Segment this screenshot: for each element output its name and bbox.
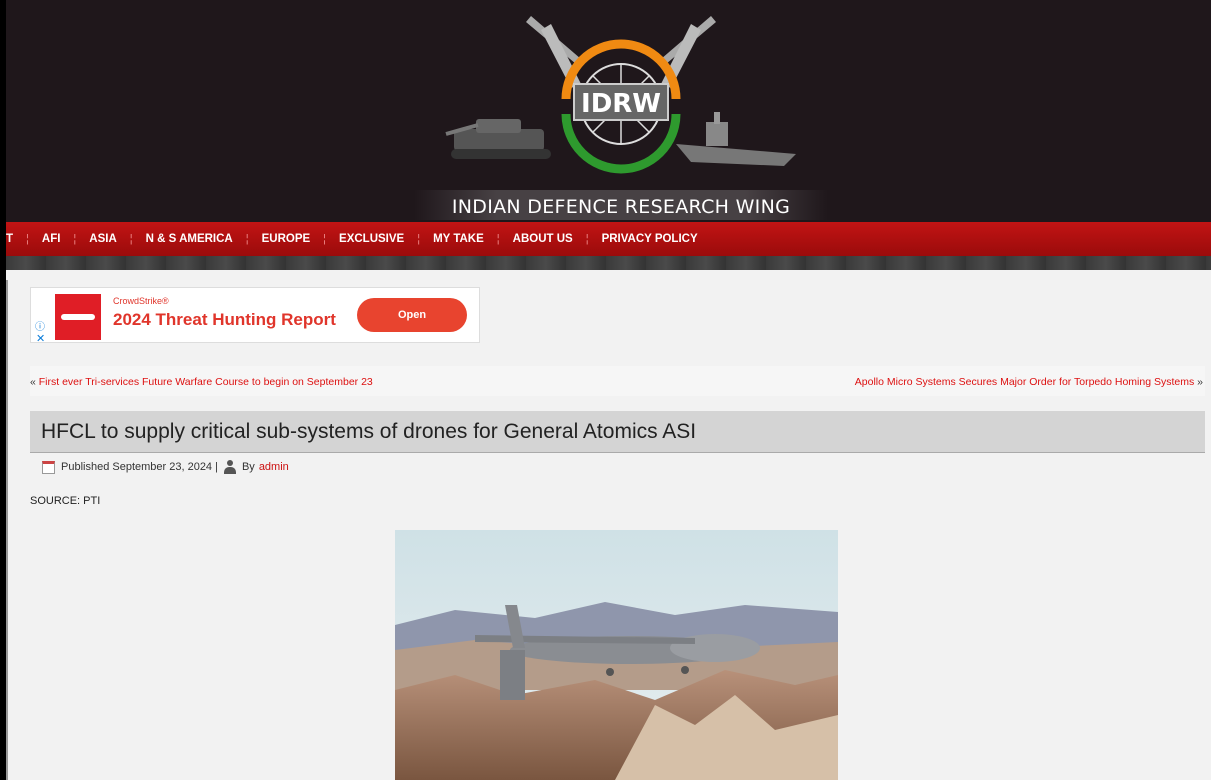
by-label: By	[241, 461, 255, 473]
nav-item-about-us[interactable]: ABOUT US	[500, 233, 586, 245]
calendar-icon	[42, 460, 55, 474]
next-post-link[interactable]: Apollo Micro Systems Secures Major Order…	[855, 376, 1203, 388]
site-header: IDRW INDIAN DEFENCE RESEARCH WING	[6, 0, 1211, 222]
nav-item-privacy-policy[interactable]: PRIVACY POLICY	[589, 233, 711, 245]
article-image[interactable]	[395, 530, 838, 780]
content-border	[6, 280, 8, 780]
nav-item-exclusive[interactable]: EXCLUSIVE	[326, 233, 417, 245]
ad-brand-name: CrowdStrike®	[113, 296, 169, 306]
user-icon	[223, 460, 236, 474]
previous-post-link[interactable]: « First ever Tri-services Future Warfare…	[30, 376, 373, 388]
nav-item-partial[interactable]: T	[6, 233, 26, 245]
window-edge	[0, 0, 6, 780]
nav-item-n-s-america[interactable]: N & S AMERICA	[133, 233, 246, 245]
drone-photo-icon	[395, 530, 838, 780]
ad-banner[interactable]: ⓘ ✕ CrowdStrike® 2024 Threat Hunting Rep…	[30, 287, 480, 345]
ad-close-icon[interactable]: ✕	[36, 332, 45, 345]
site-logo[interactable]: IDRW INDIAN DEFENCE RESEARCH WING	[406, 4, 836, 222]
browser-viewport: IDRW INDIAN DEFENCE RESEARCH WING T ¦ AF…	[0, 0, 1211, 780]
published-date: Published September 23, 2024 |	[61, 461, 218, 473]
next-post-title[interactable]: Apollo Micro Systems Secures Major Order…	[855, 376, 1194, 388]
nav-item-afi[interactable]: AFI	[29, 233, 74, 245]
nav-item-europe[interactable]: EUROPE	[249, 233, 324, 245]
nav-item-my-take[interactable]: MY TAKE	[420, 233, 497, 245]
previous-post-title[interactable]: First ever Tri-services Future Warfare C…	[39, 376, 373, 388]
article-source: SOURCE: PTI	[30, 495, 101, 507]
ad-brand-logo-icon	[55, 294, 101, 340]
main-nav: T ¦ AFI ¦ ASIA ¦ N & S AMERICA ¦ EUROPE …	[6, 222, 1211, 256]
next-arrow: »	[1197, 376, 1203, 388]
author-link[interactable]: admin	[259, 461, 289, 473]
ad-open-button[interactable]: Open	[357, 298, 467, 332]
article-title-bar: HFCL to supply critical sub-systems of d…	[30, 411, 1205, 453]
nav-texture-strip	[6, 256, 1211, 270]
prev-arrow: «	[30, 376, 36, 388]
nav-item-asia[interactable]: ASIA	[76, 233, 129, 245]
article-meta: Published September 23, 2024 | By admin	[42, 460, 289, 474]
post-navigation: « First ever Tri-services Future Warfare…	[30, 366, 1205, 396]
article-title: HFCL to supply critical sub-systems of d…	[41, 420, 697, 443]
site-name: INDIAN DEFENCE RESEARCH WING	[451, 196, 791, 218]
svg-text:IDRW: IDRW	[581, 89, 661, 119]
ad-title[interactable]: 2024 Threat Hunting Report	[113, 310, 336, 330]
ad-info-icon[interactable]: ⓘ	[35, 318, 45, 333]
